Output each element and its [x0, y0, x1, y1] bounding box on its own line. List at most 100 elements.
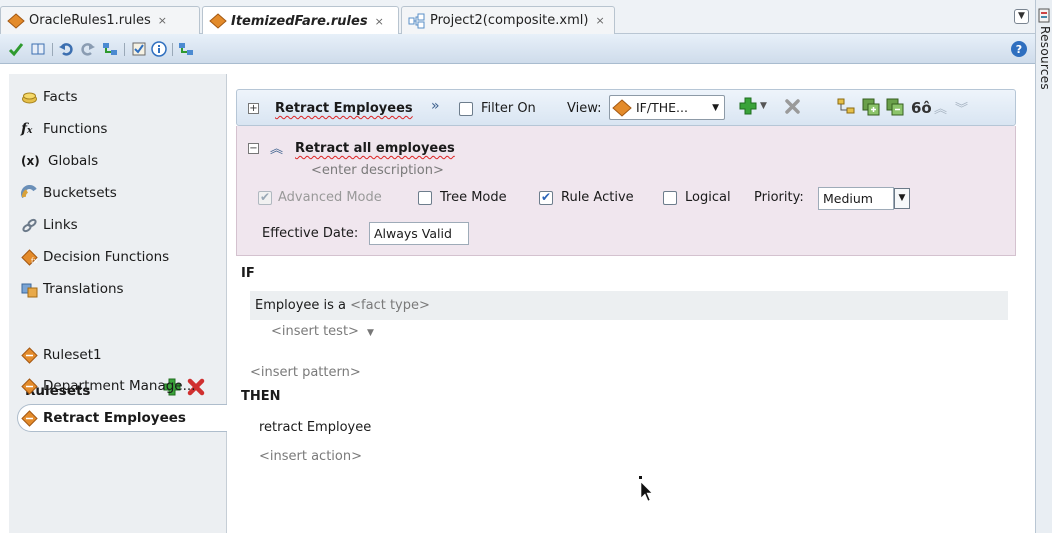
validate-checkmark-icon[interactable] — [8, 41, 24, 57]
ruleset-icon — [21, 409, 38, 427]
rule-description-placeholder[interactable]: <enter description> — [311, 163, 444, 178]
if-keyword: IF — [241, 266, 255, 281]
rule-active-checkbox[interactable] — [539, 190, 553, 205]
rules-toolbar: ? — [0, 34, 1035, 64]
globals-icon: (x) — [21, 153, 40, 168]
dropdown-arrow-icon: ▼ — [712, 102, 719, 113]
nav-item-label: Bucketsets — [43, 185, 117, 201]
rule-active-label: Rule Active — [561, 190, 634, 205]
view-value: IF/THE... — [636, 100, 688, 115]
move-down-chevron-icon[interactable]: ︾ — [955, 98, 968, 117]
nav-item-label: Facts — [43, 89, 78, 105]
ruleset-diamond-icon — [7, 12, 25, 29]
collapse-rule-toggle[interactable]: − — [248, 143, 259, 154]
collapse-ruleset-toggle[interactable]: + — [248, 103, 259, 114]
tree-view-icon[interactable] — [837, 98, 855, 116]
editor-tab-bar: OracleRules1.rules × ItemizedFare.rules … — [0, 0, 1035, 35]
link-dictionary-icon[interactable] — [102, 41, 118, 57]
tab-close-icon[interactable]: × — [595, 14, 604, 27]
priority-select[interactable]: Medium — [818, 187, 894, 210]
show-advanced-glasses-icon[interactable]: 6ô — [911, 99, 932, 117]
nav-item-label: Links — [43, 217, 78, 233]
nav-item-label: Ruleset1 — [43, 347, 102, 363]
dictionary-book-icon[interactable] — [30, 41, 46, 57]
resources-side-panel[interactable]: Resources — [1035, 0, 1052, 533]
filter-on-checkbox[interactable] — [459, 102, 473, 116]
undo-icon[interactable] — [58, 41, 74, 57]
nav-item-functions[interactable]: fx Functions — [21, 118, 107, 140]
nav-item-links[interactable]: Links — [21, 214, 78, 236]
toolbar-separator — [172, 43, 173, 56]
bucketsets-icon — [21, 184, 37, 198]
move-up-chevron-icon[interactable]: ︽ — [934, 98, 947, 117]
logical-checkbox[interactable] — [663, 191, 677, 205]
info-icon[interactable] — [151, 41, 167, 57]
nav-ruleset-department-manage[interactable]: Department Manage... — [21, 375, 195, 397]
action-statement[interactable]: retract Employee — [259, 420, 371, 435]
nav-ruleset-retract-employees[interactable]: Retract Employees — [21, 407, 186, 429]
collapse-all-chevron-icon[interactable]: » — [431, 98, 440, 114]
insert-action-link[interactable]: <insert action> — [259, 449, 362, 464]
nav-item-bucketsets[interactable]: Bucketsets — [21, 182, 117, 204]
decision-functions-icon: fx — [21, 248, 38, 266]
insert-test-label: <insert test> — [271, 324, 359, 339]
rule-collapse-chevron-icon[interactable]: ︽ — [270, 138, 283, 157]
resources-label: Resources — [1038, 26, 1052, 90]
pattern-text: Employee is a <fact type> — [255, 298, 430, 313]
rules-navigator: Facts fx Functions (x) Globals Bucketset… — [9, 74, 227, 533]
svg-text:fx: fx — [31, 257, 38, 265]
fact-type-placeholder[interactable]: <fact type> — [350, 298, 430, 313]
nav-ruleset-ruleset1[interactable]: Ruleset1 — [21, 344, 102, 366]
effective-date-field[interactable]: Always Valid — [369, 222, 469, 245]
mouse-cursor-icon — [639, 476, 653, 502]
tab-close-icon[interactable]: × — [158, 14, 167, 27]
tab-list-menu-icon[interactable]: ▼ — [1014, 9, 1029, 24]
tab-label: ItemizedFare.rules — [231, 13, 368, 29]
redo-icon[interactable] — [80, 41, 96, 57]
nav-item-translations[interactable]: Translations — [21, 278, 124, 300]
translations-icon — [21, 283, 38, 297]
ruleset-icon — [21, 377, 38, 395]
add-rule-dropdown-icon[interactable]: ▼ — [760, 101, 767, 111]
tab-close-icon[interactable]: × — [375, 15, 384, 28]
nav-item-facts[interactable]: Facts — [21, 86, 78, 108]
advanced-mode-label: Advanced Mode — [278, 190, 382, 205]
rule-editor: + Retract Employees » Filter On View: IF… — [228, 74, 1022, 533]
expand-all-icon[interactable] — [862, 98, 880, 116]
nav-item-label: Department Manage... — [43, 378, 196, 394]
view-select[interactable]: IF/THE... ▼ — [609, 95, 725, 120]
then-keyword: THEN — [241, 389, 281, 404]
tab-label: Project2(composite.xml) — [430, 13, 589, 28]
tab-oraclerules1[interactable]: OracleRules1.rules × — [0, 6, 200, 34]
nav-item-label: Translations — [43, 281, 124, 297]
composite-icon — [408, 13, 425, 28]
filter-on-label: Filter On — [481, 101, 536, 116]
insert-pattern-link[interactable]: <insert pattern> — [250, 365, 361, 380]
tab-itemizedfare[interactable]: ItemizedFare.rules × — [202, 6, 399, 35]
tree-mode-label: Tree Mode — [440, 190, 507, 205]
nav-item-label: Globals — [48, 153, 99, 169]
collapse-all-icon[interactable] — [886, 98, 904, 116]
ruleset-title: Retract Employees — [275, 101, 413, 116]
dropdown-arrow-icon: ▼ — [366, 328, 374, 338]
delete-rule-x-icon[interactable] — [784, 98, 801, 115]
rule-name[interactable]: Retract all employees — [295, 141, 455, 156]
resources-icon — [1038, 8, 1050, 23]
facts-icon — [22, 92, 37, 103]
view-label: View: — [567, 101, 602, 116]
help-icon[interactable]: ? — [1010, 40, 1028, 58]
links-icon — [22, 218, 37, 232]
tree-mode-checkbox[interactable] — [418, 191, 432, 205]
add-rule-plus-icon[interactable] — [738, 96, 758, 116]
priority-dropdown-arrow-icon[interactable]: ▼ — [894, 188, 910, 209]
composite-link-icon[interactable] — [178, 41, 194, 57]
ruleset-diamond-icon — [612, 98, 632, 117]
insert-test-link[interactable]: <insert test> ▼ — [271, 324, 374, 339]
ruleset-icon — [21, 346, 38, 364]
tab-project2[interactable]: Project2(composite.xml) × — [401, 6, 615, 34]
toolbar-separator — [124, 43, 125, 56]
logical-label: Logical — [685, 190, 731, 205]
nav-item-globals[interactable]: (x) Globals — [21, 150, 98, 172]
nav-item-decision-functions[interactable]: fx Decision Functions — [21, 246, 169, 268]
test-function-icon[interactable] — [131, 41, 147, 57]
